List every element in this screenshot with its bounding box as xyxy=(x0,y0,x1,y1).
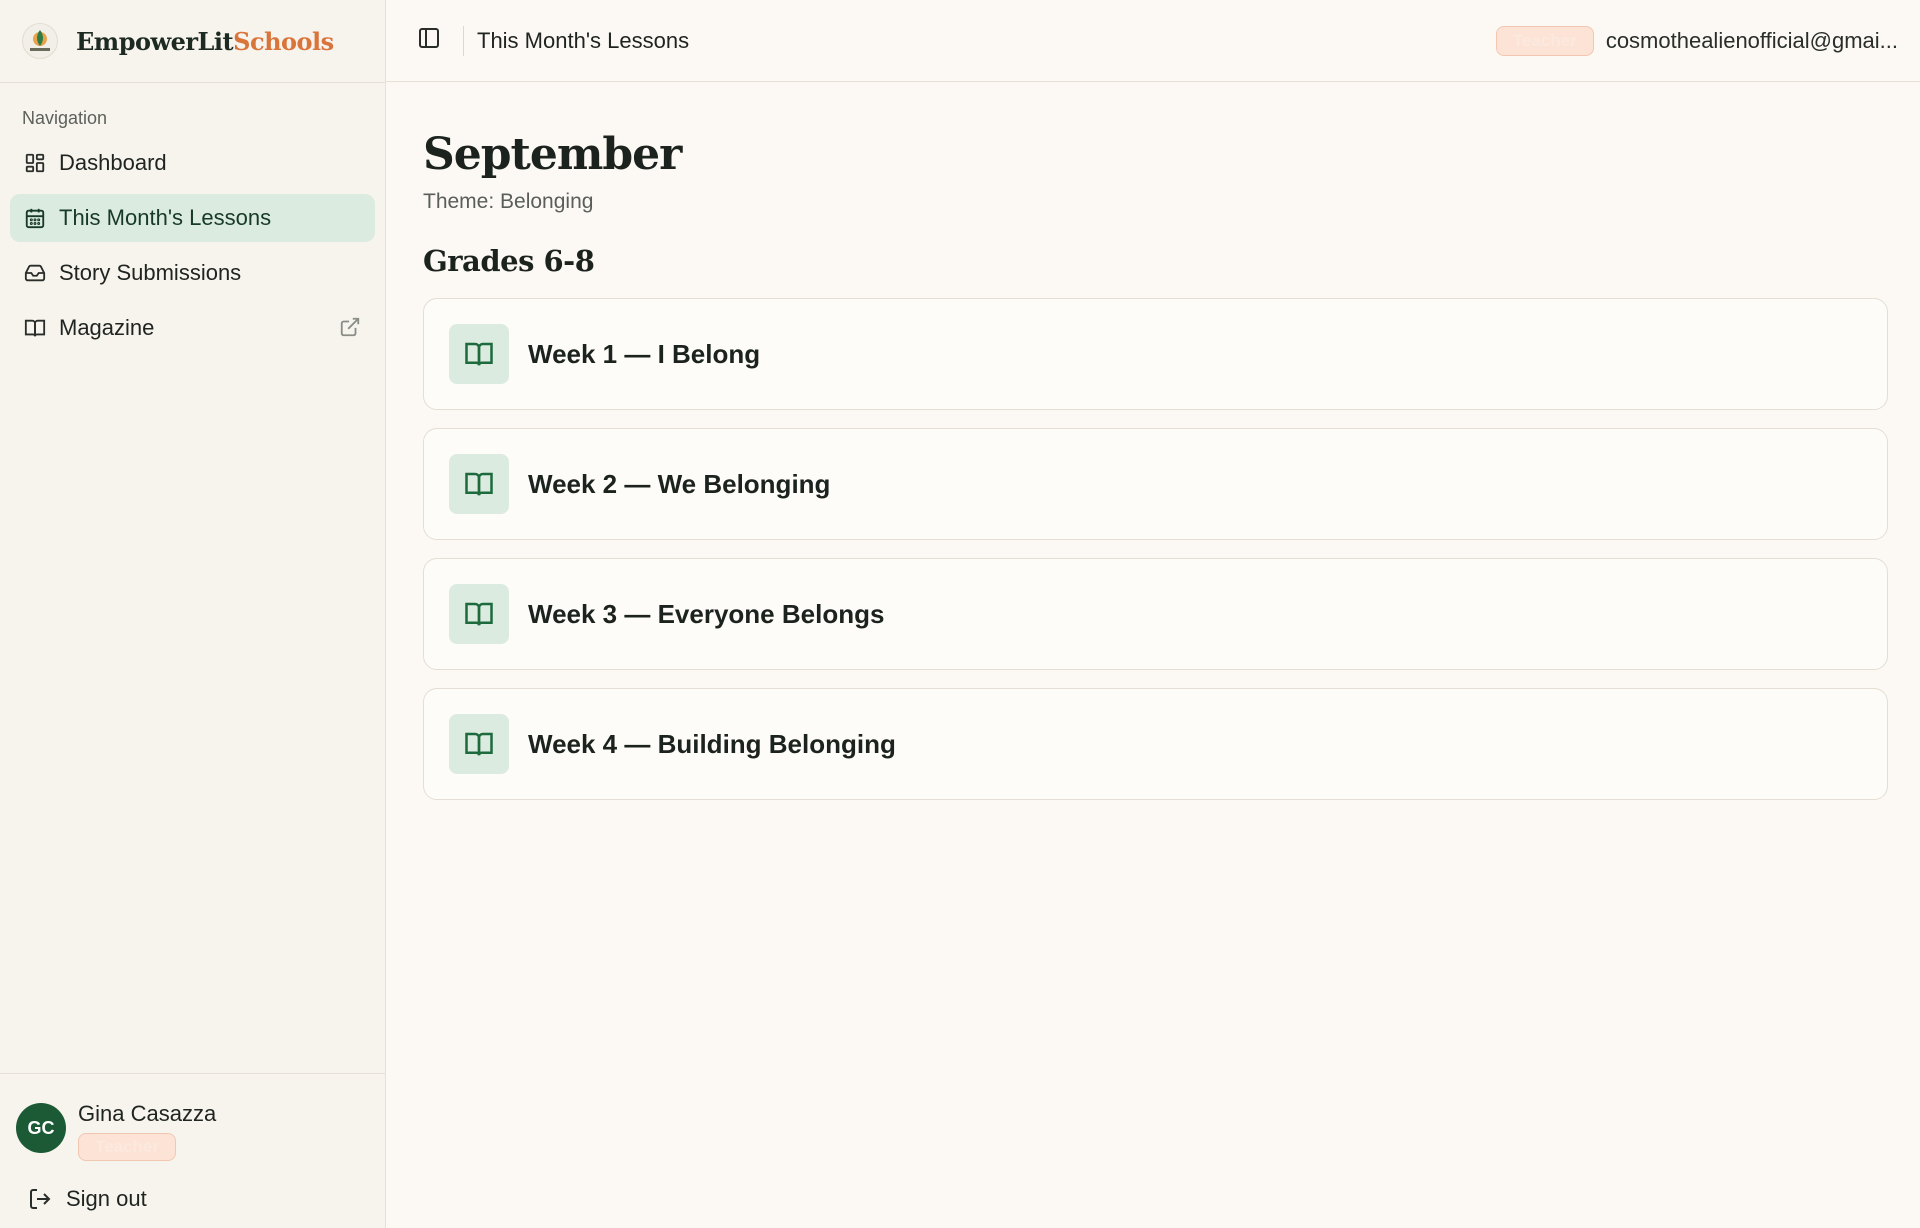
sidebar-item-dashboard[interactable]: Dashboard xyxy=(10,139,375,187)
user-email[interactable]: cosmothealienofficial@gmai... xyxy=(1606,28,1898,54)
sidebar-item-magazine[interactable]: Magazine xyxy=(10,304,375,352)
page-breadcrumb: This Month's Lessons xyxy=(477,27,690,53)
calendar-icon xyxy=(23,206,47,230)
app-root: EmpowerLitSchools Navigation Dashboard T… xyxy=(0,0,1920,1228)
dashboard-icon xyxy=(23,151,47,175)
brand-name-part1: EmpowerLit xyxy=(76,26,234,56)
week-card-3[interactable]: Week 3 — Everyone Belongs xyxy=(423,558,1888,670)
month-theme: Theme: Belonging xyxy=(423,190,594,213)
week-label: Week 4 — Building Belonging xyxy=(528,728,896,759)
role-badge: Teacher xyxy=(78,1133,176,1161)
sidebar-nav: Dashboard This Month's Lessons Story Sub… xyxy=(0,139,385,359)
sidebar-item-label: Magazine xyxy=(59,315,155,340)
book-icon xyxy=(23,316,47,340)
book-open-icon xyxy=(449,714,509,774)
topbar: This Month's Lessons Teacher cosmotheali… xyxy=(386,0,1920,82)
week-card-1[interactable]: Week 1 — I Belong xyxy=(423,298,1888,410)
external-link-icon xyxy=(339,316,363,340)
inbox-icon xyxy=(23,261,47,285)
sidebar-item-label: Dashboard xyxy=(59,150,167,175)
brand-name: EmpowerLitSchools xyxy=(76,27,334,56)
brand-name-part2: Schools xyxy=(233,26,334,56)
week-list: Week 1 — I Belong Week 2 — We Belonging xyxy=(423,298,1888,800)
topbar-user: Teacher cosmothealienofficial@gmai... xyxy=(1495,0,1898,82)
sidebar-item-story-submissions[interactable]: Story Submissions xyxy=(10,249,375,297)
sidebar: EmpowerLitSchools Navigation Dashboard T… xyxy=(0,0,386,1228)
lessons-content: September Theme: Belonging Grades 6-8 We… xyxy=(386,82,1920,800)
week-label: Week 2 — We Belonging xyxy=(528,468,831,499)
grade-heading: Grades 6-8 xyxy=(423,244,595,278)
sign-out-label: Sign out xyxy=(66,1186,147,1211)
topbar-divider xyxy=(463,25,464,56)
user-name: Gina Casazza xyxy=(78,1101,217,1126)
sign-out-button[interactable]: Sign out xyxy=(28,1186,147,1212)
avatar: GC xyxy=(16,1103,66,1153)
sidebar-item-this-months-lessons[interactable]: This Month's Lessons xyxy=(10,194,375,242)
sidebar-toggle-button[interactable] xyxy=(413,25,445,57)
page-title: September xyxy=(423,129,682,180)
nav-section-label: Navigation xyxy=(22,108,108,128)
topbar-role-badge: Teacher xyxy=(1495,26,1594,56)
book-open-icon xyxy=(449,584,509,644)
week-label: Week 3 — Everyone Belongs xyxy=(528,598,885,629)
user-info: Gina Casazza Teacher xyxy=(78,1099,216,1161)
brand-logo xyxy=(22,23,58,59)
book-open-icon xyxy=(449,324,509,384)
sidebar-footer: GC Gina Casazza Teacher Sign out xyxy=(0,1073,385,1228)
panel-left-icon xyxy=(417,26,441,55)
book-open-icon xyxy=(449,454,509,514)
week-label: Week 1 — I Belong xyxy=(528,338,761,369)
sidebar-item-label: This Month's Lessons xyxy=(59,205,272,230)
week-card-4[interactable]: Week 4 — Building Belonging xyxy=(423,688,1888,800)
main-area: This Month's Lessons Teacher cosmotheali… xyxy=(386,0,1920,1228)
sidebar-item-label: Story Submissions xyxy=(59,260,242,285)
user-profile[interactable]: GC Gina Casazza Teacher xyxy=(16,1099,216,1161)
brand[interactable]: EmpowerLitSchools xyxy=(0,0,385,83)
week-card-2[interactable]: Week 2 — We Belonging xyxy=(423,428,1888,540)
log-out-icon xyxy=(28,1187,52,1211)
